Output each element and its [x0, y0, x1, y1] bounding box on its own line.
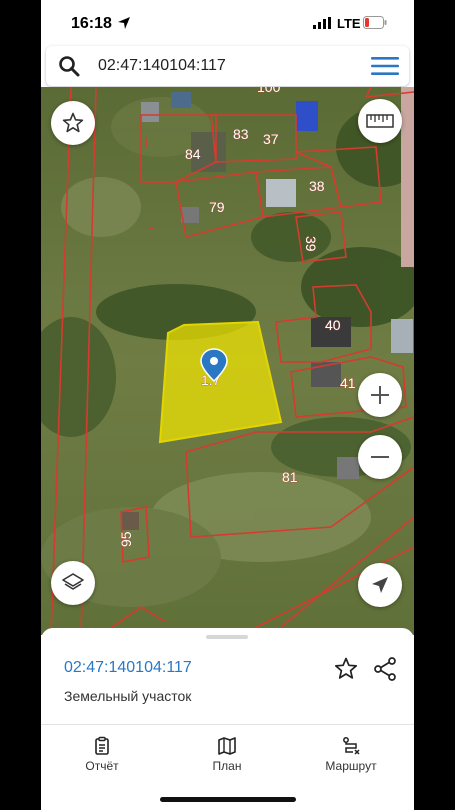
parcel-label: 81 — [282, 469, 298, 485]
star-icon — [62, 112, 84, 133]
tab-route[interactable]: Маршрут — [306, 736, 396, 778]
battery-icon — [363, 16, 387, 29]
tab-route-label: Маршрут — [325, 759, 377, 773]
ruler-icon — [366, 114, 394, 128]
search-input[interactable] — [98, 52, 348, 80]
parcel-label: 37 — [263, 131, 279, 147]
zoom-in-icon — [371, 386, 389, 404]
object-type: Земельный участок — [64, 688, 192, 704]
selected-parcel[interactable] — [158, 320, 283, 444]
home-indicator[interactable] — [160, 797, 296, 802]
tab-plan[interactable]: План — [182, 736, 272, 778]
network-type: LTE — [337, 16, 361, 31]
status-time: 16:18 — [71, 15, 112, 32]
sheet-divider — [41, 724, 414, 725]
parcel-label: 100 — [257, 87, 281, 95]
zoom-in-button[interactable] — [358, 373, 402, 417]
phone-screen: 16:18 LTE 02:47:140104:117 100 83 37 84 … — [41, 0, 414, 810]
layers-icon — [62, 573, 84, 590]
search-icon[interactable] — [58, 55, 80, 77]
report-icon — [95, 736, 109, 755]
road-strip — [401, 87, 414, 267]
parcel-label: 83 — [233, 126, 249, 142]
tab-report-label: Отчёт — [85, 759, 119, 773]
route-icon — [343, 737, 360, 755]
map-plan-icon — [218, 737, 236, 755]
sheet-drag-handle[interactable] — [206, 635, 248, 639]
parcel-label: 41 — [340, 375, 356, 391]
cellular-signal-icon — [313, 17, 331, 29]
zoom-out-button[interactable] — [358, 435, 402, 479]
zoom-out-icon — [371, 456, 389, 458]
parcel-details-sheet[interactable]: 02:47:140104:117 Земельный участок Отчёт — [41, 628, 414, 810]
parcel-label: 84 — [185, 146, 201, 162]
parcel-label: 79 — [209, 199, 225, 215]
share-icon[interactable] — [372, 656, 398, 682]
cadastral-number[interactable]: 02:47:140104:117 — [64, 659, 192, 677]
layers-button[interactable] — [51, 561, 95, 605]
tab-report[interactable]: Отчёт — [57, 736, 147, 778]
parcel-label: 95 — [118, 531, 134, 547]
parcel-label: 39 — [303, 236, 319, 252]
location-arrow-icon — [372, 577, 388, 593]
cadastral-map[interactable]: 100 83 37 84 38 79 39 40 41 81 95 1.7 — [41, 87, 414, 635]
tab-plan-label: План — [212, 759, 242, 773]
search-bar — [46, 46, 409, 86]
map-view[interactable]: 100 83 37 84 38 79 39 40 41 81 95 1.7 — [41, 87, 414, 635]
location-services-icon — [118, 17, 130, 29]
ruler-button[interactable] — [358, 99, 402, 143]
hamburger-menu-icon[interactable] — [371, 56, 399, 76]
favorite-map-button[interactable] — [51, 101, 95, 145]
favorite-star-icon[interactable] — [333, 656, 359, 682]
parcel-label: 40 — [325, 317, 341, 333]
status-bar: 16:18 LTE — [41, 0, 414, 46]
my-location-button[interactable] — [358, 563, 402, 607]
parcel-label: 38 — [309, 178, 325, 194]
